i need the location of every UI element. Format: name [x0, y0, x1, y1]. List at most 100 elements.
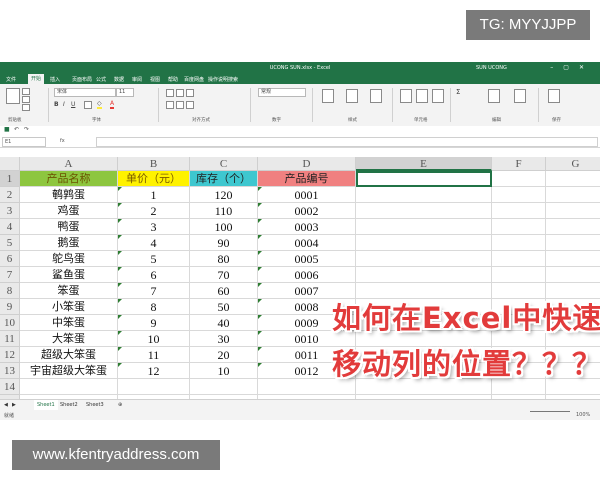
fx-label[interactable]: fx: [60, 138, 65, 144]
data-cell-r11-c1[interactable]: 10: [118, 331, 190, 347]
row-header-6[interactable]: 6: [0, 251, 20, 267]
data-cell-r3-c0[interactable]: 鸡蛋: [20, 203, 118, 219]
save-icon[interactable]: ■: [4, 126, 10, 133]
data-cell-r12-c0[interactable]: 超级大笨蛋: [20, 347, 118, 363]
sheet-tab-2[interactable]: Sheet2: [60, 402, 78, 408]
font-color-icon[interactable]: A: [110, 100, 115, 109]
column-header-a[interactable]: A: [20, 157, 118, 171]
underline-button[interactable]: U: [71, 101, 75, 108]
align-center-icon[interactable]: [176, 101, 184, 109]
sheet-nav-left-icon[interactable]: ◀: [4, 402, 8, 408]
format-painter-icon[interactable]: [22, 104, 30, 111]
data-cell-r8-c1[interactable]: 7: [118, 283, 190, 299]
empty-cell[interactable]: [546, 267, 600, 283]
data-cell-r10-c2[interactable]: 40: [190, 315, 258, 331]
align-top-icon[interactable]: [166, 89, 174, 97]
data-cell-r7-c1[interactable]: 6: [118, 267, 190, 283]
empty-cell[interactable]: [356, 219, 492, 235]
empty-cell[interactable]: [546, 203, 600, 219]
empty-cell[interactable]: [492, 267, 546, 283]
column-header-g[interactable]: G: [546, 157, 600, 171]
row-header-3[interactable]: 3: [0, 203, 20, 219]
data-cell-r13-c1[interactable]: 12: [118, 363, 190, 379]
ribbon-tab-3[interactable]: 页面布局: [72, 76, 92, 83]
data-cell-r7-c0[interactable]: 鲨鱼蛋: [20, 267, 118, 283]
data-cell-r4-c1[interactable]: 3: [118, 219, 190, 235]
window-controls[interactable]: –▢✕: [550, 64, 594, 71]
align-left-icon[interactable]: [166, 101, 174, 109]
empty-cell[interactable]: [546, 171, 600, 187]
select-all-corner[interactable]: [0, 157, 20, 171]
data-cell-r6-c0[interactable]: 鸵鸟蛋: [20, 251, 118, 267]
data-cell-r2-c1[interactable]: 1: [118, 187, 190, 203]
data-cell-r9-c1[interactable]: 8: [118, 299, 190, 315]
sheet-tab-3[interactable]: Sheet3: [86, 402, 104, 408]
delete-cells-icon[interactable]: [416, 89, 428, 103]
empty-cell[interactable]: [546, 187, 600, 203]
data-cell-r3-c1[interactable]: 2: [118, 203, 190, 219]
data-cell-r9-c0[interactable]: 小笨蛋: [20, 299, 118, 315]
border-icon[interactable]: [84, 101, 92, 109]
empty-cell[interactable]: [492, 251, 546, 267]
ribbon-tab-8[interactable]: 帮助: [168, 76, 178, 83]
wrap-text-icon[interactable]: [186, 89, 194, 97]
data-cell-r6-c2[interactable]: 80: [190, 251, 258, 267]
empty-cell[interactable]: [546, 219, 600, 235]
row-header-8[interactable]: 8: [0, 283, 20, 299]
data-cell-r12-c1[interactable]: 11: [118, 347, 190, 363]
user-name[interactable]: SUN UCONG: [476, 65, 507, 71]
data-cell-r3-c2[interactable]: 110: [190, 203, 258, 219]
conditional-format-icon[interactable]: [322, 89, 334, 103]
paste-icon[interactable]: [6, 88, 20, 104]
merge-center-icon[interactable]: [186, 101, 194, 109]
row-header-4[interactable]: 4: [0, 219, 20, 235]
column-header-d[interactable]: D: [258, 157, 356, 171]
find-select-icon[interactable]: [514, 89, 526, 103]
cell-styles-icon[interactable]: [370, 89, 382, 103]
data-cell-r7-c2[interactable]: 70: [190, 267, 258, 283]
name-box[interactable]: E1: [2, 137, 46, 147]
cut-icon[interactable]: [22, 88, 30, 95]
ribbon-tab-5[interactable]: 数据: [114, 76, 124, 83]
ribbon-tab-2[interactable]: 插入: [50, 76, 60, 83]
empty-cell[interactable]: [492, 235, 546, 251]
insert-cells-icon[interactable]: [400, 89, 412, 103]
header-cell-2[interactable]: 库存（个）: [190, 171, 258, 187]
empty-cell[interactable]: [356, 251, 492, 267]
data-cell-r4-c0[interactable]: 鸭蛋: [20, 219, 118, 235]
data-cell-r4-c3[interactable]: 0003: [258, 219, 356, 235]
selected-cell-e1[interactable]: [356, 171, 492, 187]
data-cell-r4-c2[interactable]: 100: [190, 219, 258, 235]
empty-cell[interactable]: [356, 267, 492, 283]
column-header-b[interactable]: B: [118, 157, 190, 171]
empty-cell[interactable]: [492, 187, 546, 203]
data-cell-r11-c2[interactable]: 30: [190, 331, 258, 347]
data-cell-r9-c2[interactable]: 50: [190, 299, 258, 315]
data-cell-r5-c0[interactable]: 鹅蛋: [20, 235, 118, 251]
data-cell-r3-c3[interactable]: 0002: [258, 203, 356, 219]
row-header-13[interactable]: 13: [0, 363, 20, 379]
data-cell-r13-c2[interactable]: 10: [190, 363, 258, 379]
ribbon-tab-0[interactable]: 文件: [6, 76, 16, 83]
font-name-select[interactable]: 宋体: [54, 88, 116, 97]
copy-icon[interactable]: [22, 96, 30, 103]
empty-cell[interactable]: [546, 235, 600, 251]
column-header-f[interactable]: F: [492, 157, 546, 171]
data-cell-r2-c2[interactable]: 120: [190, 187, 258, 203]
data-cell-r8-c2[interactable]: 60: [190, 283, 258, 299]
column-header-e[interactable]: E: [356, 157, 492, 171]
data-cell-r5-c1[interactable]: 4: [118, 235, 190, 251]
empty-cell[interactable]: [20, 379, 118, 395]
empty-cell[interactable]: [546, 251, 600, 267]
zoom-level[interactable]: 100%: [576, 412, 590, 418]
empty-cell[interactable]: [492, 171, 546, 187]
fill-color-icon[interactable]: ◇: [97, 100, 102, 109]
data-cell-r12-c2[interactable]: 20: [190, 347, 258, 363]
header-cell-3[interactable]: 产品编号: [258, 171, 356, 187]
add-sheet-icon[interactable]: ⊕: [118, 402, 122, 408]
data-cell-r5-c2[interactable]: 90: [190, 235, 258, 251]
format-table-icon[interactable]: [346, 89, 358, 103]
sort-filter-icon[interactable]: [488, 89, 500, 103]
row-header-14[interactable]: 14: [0, 379, 20, 395]
formula-input[interactable]: [96, 137, 598, 147]
